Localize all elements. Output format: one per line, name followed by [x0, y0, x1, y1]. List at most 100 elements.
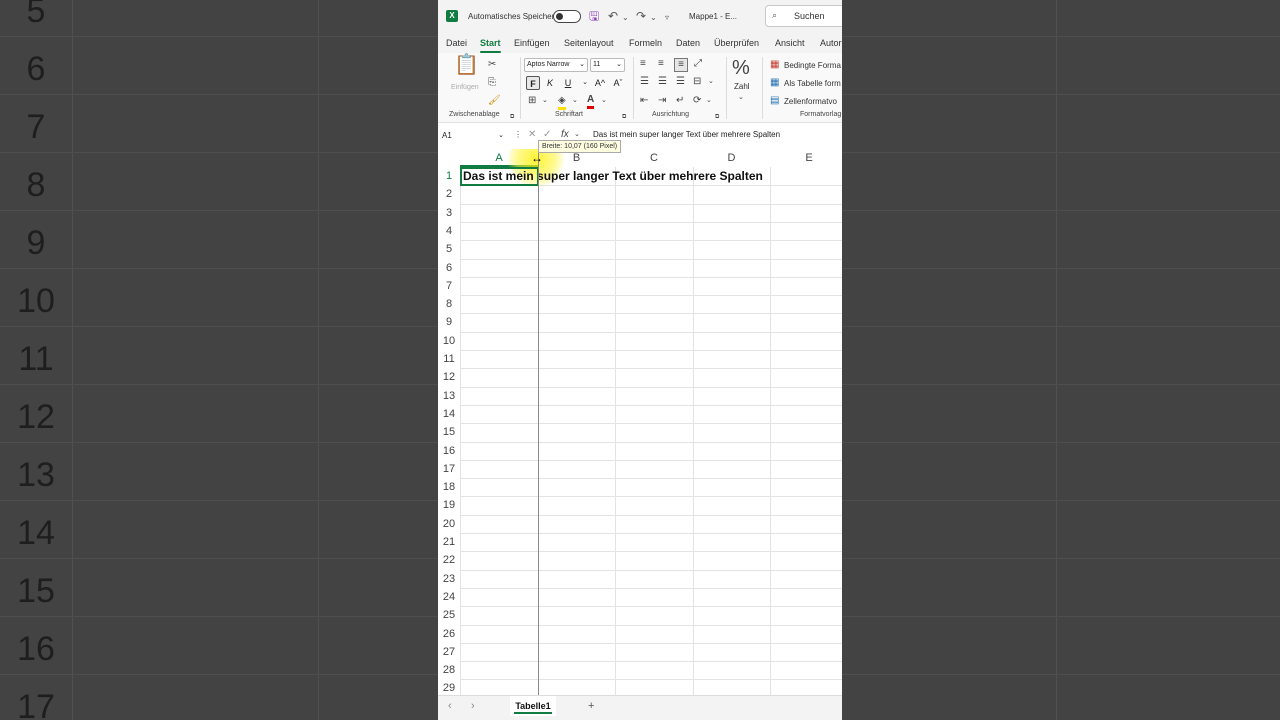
autosave-toggle[interactable]	[553, 10, 581, 23]
row-header-3[interactable]: 3	[438, 204, 460, 222]
redo-icon[interactable]: ↷	[636, 9, 646, 23]
chevron-down-icon[interactable]: ⌄	[706, 95, 712, 107]
column-header-e[interactable]: E	[770, 149, 842, 167]
format-as-table-label[interactable]: Als Tabelle form	[784, 79, 841, 88]
row-header-17[interactable]: 17	[438, 460, 460, 478]
dialog-launcher-icon[interactable]: ⧉	[622, 111, 626, 123]
search-box[interactable]: ⌕ Suchen	[765, 5, 842, 27]
row-header-11[interactable]: 11	[438, 350, 460, 368]
align-right-icon[interactable]: ☰	[676, 76, 685, 88]
row-header-26[interactable]: 26	[438, 625, 460, 643]
paste-icon[interactable]: 📋	[454, 55, 479, 75]
dialog-launcher-icon[interactable]: ⧉	[715, 111, 719, 123]
row-header-15[interactable]: 15	[438, 423, 460, 441]
chevron-down-icon[interactable]: ⌄	[708, 76, 714, 88]
row-header-4[interactable]: 4	[438, 222, 460, 240]
format-painter-icon[interactable]: 🖌	[488, 95, 501, 107]
prev-sheet-icon[interactable]: ‹	[448, 700, 452, 712]
name-box[interactable]: A1 ⌄	[440, 129, 508, 143]
underline-button[interactable]: U	[561, 76, 575, 90]
chevron-down-icon[interactable]: ⌄	[738, 92, 744, 104]
row-header-18[interactable]: 18	[438, 478, 460, 496]
row-header-9[interactable]: 9	[438, 313, 460, 331]
more-options-icon[interactable]: ⋮	[514, 129, 522, 141]
formula-input[interactable]: Das ist mein super langer Text über mehr…	[593, 130, 780, 139]
row-header-21[interactable]: 21	[438, 533, 460, 551]
undo-dropdown-icon[interactable]: ⌄	[622, 11, 629, 25]
active-cell-a1[interactable]	[460, 167, 539, 186]
text-direction-icon[interactable]: ⟳	[693, 95, 701, 107]
borders-icon[interactable]: ⊞	[528, 95, 536, 107]
orientation-icon[interactable]: ⤢	[694, 58, 702, 70]
row-header-13[interactable]: 13	[438, 387, 460, 405]
redo-dropdown-icon[interactable]: ⌄	[650, 11, 657, 25]
customize-toolbar-icon[interactable]: ▿	[665, 11, 669, 25]
row-header-7[interactable]: 7	[438, 277, 460, 295]
font-name-select[interactable]: Aptos Narrow ⌄	[524, 58, 588, 72]
fill-color-icon[interactable]: ◈	[558, 95, 566, 110]
row-header-29[interactable]: 29	[438, 679, 460, 695]
cell-styles-label[interactable]: Zellenformatvo	[784, 97, 837, 106]
format-as-table-icon[interactable]: ▦	[770, 77, 779, 89]
sheet-tab[interactable]: Tabelle1	[510, 696, 556, 716]
font-size-select[interactable]: 11 ⌄	[590, 58, 625, 72]
row-header-6[interactable]: 6	[438, 259, 460, 277]
row-header-12[interactable]: 12	[438, 368, 460, 386]
tab-überprüfen[interactable]: Überprüfen	[714, 38, 759, 48]
tab-autor[interactable]: Autor	[820, 38, 842, 48]
align-middle-icon[interactable]: ≡	[658, 58, 664, 70]
bold-button[interactable]: F	[526, 76, 540, 90]
copy-icon[interactable]: ⎘	[488, 77, 496, 89]
tab-datei[interactable]: Datei	[446, 38, 467, 48]
row-header-5[interactable]: 5	[438, 240, 460, 258]
chevron-down-icon[interactable]: ⌄	[542, 95, 548, 107]
align-bottom-icon[interactable]: ≡	[674, 58, 688, 72]
underline-dropdown-icon[interactable]: ⌄	[578, 76, 592, 90]
font-color-button[interactable]: A	[587, 94, 595, 109]
chevron-down-icon[interactable]: ⌄	[572, 95, 578, 107]
decrease-indent-icon[interactable]: ⇤	[640, 95, 648, 107]
tab-ansicht[interactable]: Ansicht	[775, 38, 805, 48]
merge-center-icon[interactable]: ⊟	[693, 76, 701, 88]
cell-styles-icon[interactable]: ▤	[770, 95, 779, 107]
dialog-launcher-icon[interactable]: ⧉	[510, 111, 514, 123]
row-header-2[interactable]: 2	[438, 185, 460, 203]
increase-indent-icon[interactable]: ⇥	[658, 95, 666, 107]
cut-icon[interactable]: ✂	[488, 59, 496, 71]
conditional-formatting-icon[interactable]: ▦	[770, 59, 779, 71]
row-header-25[interactable]: 25	[438, 606, 460, 624]
row-header-14[interactable]: 14	[438, 405, 460, 423]
row-header-27[interactable]: 27	[438, 643, 460, 661]
chevron-down-icon[interactable]: ⌄	[601, 95, 607, 107]
row-header-19[interactable]: 19	[438, 496, 460, 514]
row-header-8[interactable]: 8	[438, 295, 460, 313]
shrink-font-button[interactable]: Aˇ	[611, 76, 625, 90]
row-header-1[interactable]: 1	[438, 167, 460, 185]
italic-button[interactable]: K	[543, 76, 557, 90]
row-header-16[interactable]: 16	[438, 442, 460, 460]
conditional-formatting-label[interactable]: Bedingte Forma	[784, 61, 841, 70]
column-header-d[interactable]: D	[693, 149, 770, 167]
paste-label[interactable]: Einfügen	[451, 84, 479, 91]
row-header-20[interactable]: 20	[438, 515, 460, 533]
number-format-icon[interactable]: %	[732, 57, 750, 79]
undo-icon[interactable]: ↶	[608, 9, 618, 23]
number-label[interactable]: Zahl	[734, 82, 750, 91]
row-header-24[interactable]: 24	[438, 588, 460, 606]
align-center-icon[interactable]: ☰	[658, 76, 667, 88]
align-top-icon[interactable]: ≡	[640, 58, 646, 70]
column-header-c[interactable]: C	[615, 149, 693, 167]
row-header-22[interactable]: 22	[438, 551, 460, 569]
tab-daten[interactable]: Daten	[676, 38, 700, 48]
tab-einfügen[interactable]: Einfügen	[514, 38, 550, 48]
align-left-icon[interactable]: ☰	[640, 76, 649, 88]
row-header-28[interactable]: 28	[438, 661, 460, 679]
wrap-text-icon[interactable]: ↵	[676, 95, 684, 107]
tab-seitenlayout[interactable]: Seitenlayout	[564, 38, 614, 48]
worksheet-grid[interactable]: ABCDE 1 2 3 4 5 6 7 8 9 10 11 12 13 14 15 16 17 18 19 20 21 2…	[438, 149, 842, 695]
tab-start[interactable]: Start	[480, 38, 501, 53]
add-sheet-icon[interactable]: +	[588, 700, 594, 712]
save-icon[interactable]: 🖫	[589, 9, 599, 23]
tab-formeln[interactable]: Formeln	[629, 38, 662, 48]
row-header-23[interactable]: 23	[438, 570, 460, 588]
